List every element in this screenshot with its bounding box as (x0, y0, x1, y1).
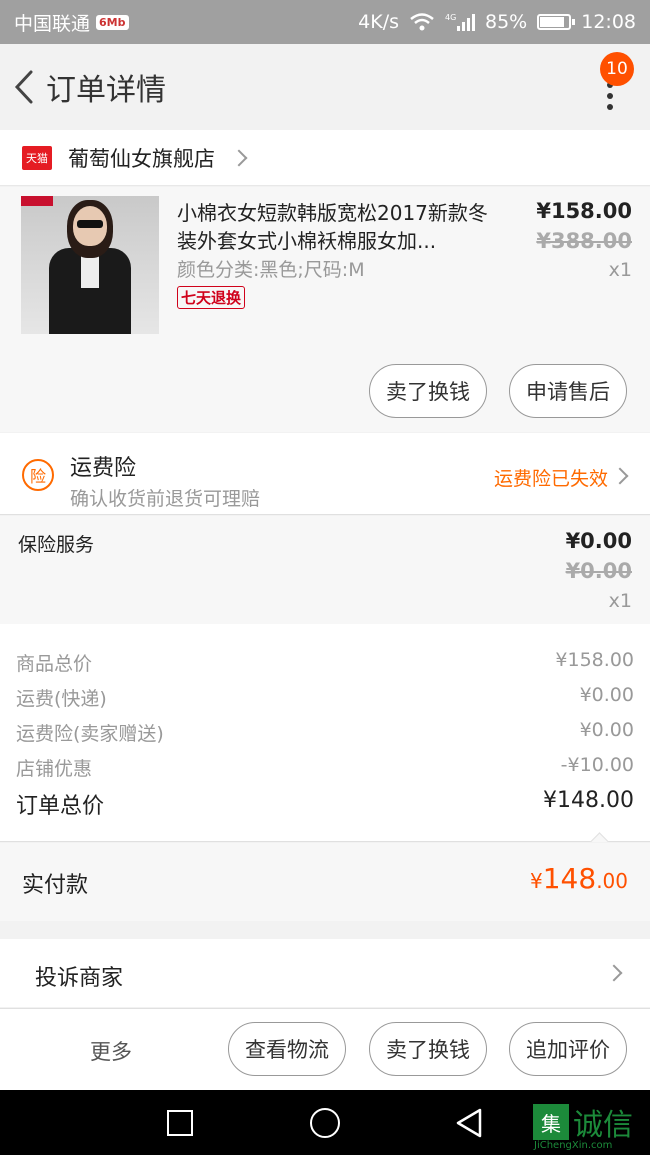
chevron-right-icon (230, 149, 248, 166)
resell-button[interactable]: 卖了换钱 (369, 1022, 487, 1076)
image-sunglasses (77, 220, 103, 228)
summary-label: 运费(快递) (16, 688, 107, 710)
watermark-logo: 集 (533, 1104, 569, 1140)
summary-label: 店铺优惠 (16, 758, 93, 780)
summary-value: ¥158.00 (555, 649, 634, 671)
watermark-url: JiChengXin.com (534, 1140, 613, 1151)
insurance-icon: 险 (22, 459, 54, 491)
network-type: 4G (445, 13, 456, 22)
paid-currency: ¥ (530, 869, 543, 893)
message-count-badge: 10 (600, 52, 634, 86)
product-image[interactable] (21, 196, 159, 334)
summary-row: 运费(快递) ¥0.00 (16, 684, 634, 711)
clock: 12:08 (581, 11, 636, 33)
service-price: ¥0.00 (565, 529, 632, 553)
shipping-insurance-row[interactable]: 险 运费险 确认收货前退货可理赔 运费险已失效 (0, 433, 650, 515)
complain-seller-row[interactable]: 投诉商家 (0, 939, 650, 1007)
summary-value: ¥0.00 (579, 719, 634, 741)
summary-value: ¥0.00 (579, 684, 634, 706)
summary-row: 店铺优惠 -¥10.00 (16, 754, 634, 781)
back-triangle-icon[interactable] (455, 1107, 483, 1139)
paid-label: 实付款 (22, 873, 89, 898)
summary-row: 商品总价 ¥158.00 (16, 649, 634, 676)
signal-icon: 4G (445, 13, 475, 31)
summary-label: 商品总价 (16, 653, 93, 675)
more-actions-button[interactable]: 更多 (90, 1036, 132, 1066)
insurance-title: 运费险 (70, 456, 137, 481)
battery-fill (540, 17, 565, 27)
order-total-label: 订单总价 (16, 794, 105, 819)
watermark: 集 诚信 (533, 1100, 633, 1144)
back-button[interactable] (2, 44, 46, 130)
order-total-value: ¥148.00 (543, 788, 634, 813)
paid-amount-row: 实付款 ¥148.00 (0, 843, 650, 921)
tmall-logo-icon: 天猫 (22, 145, 52, 170)
home-icon[interactable] (310, 1108, 340, 1138)
order-total-row: 订单总价 ¥148.00 (16, 788, 634, 820)
paid-integer: 148 (542, 862, 597, 895)
shop-row[interactable]: 天猫 葡萄仙女旗舰店 (0, 130, 650, 186)
return-policy-badge: 七天退换 (177, 286, 246, 309)
carrier-name: 中国联通 (14, 12, 91, 35)
watermark-text: 诚信 (573, 1108, 633, 1143)
carrier: 中国联通 6Mb (14, 9, 129, 36)
add-review-button[interactable]: 追加评价 (509, 1022, 627, 1076)
summary-label: 运费险(卖家赠送) (16, 723, 164, 745)
network-speed: 4K/s (358, 11, 399, 33)
image-tag (21, 196, 53, 206)
after-sales-button[interactable]: 申请售后 (509, 364, 627, 418)
view-logistics-button[interactable]: 查看物流 (228, 1022, 346, 1076)
nav-header: 订单详情 10 (0, 44, 650, 130)
pointer-notch (590, 832, 610, 842)
product-quantity: x1 (608, 259, 632, 281)
service-quantity: x1 (608, 590, 632, 612)
product-spec: 颜色分类:黑色;尺码:M (177, 259, 365, 281)
shop-name: 葡萄仙女旗舰店 (68, 146, 215, 171)
dot-icon (607, 104, 613, 110)
chevron-right-icon (605, 964, 623, 982)
recent-apps-icon[interactable] (167, 1110, 193, 1136)
price-summary: 商品总价 ¥158.00 运费(快递) ¥0.00 运费险(卖家赠送) ¥0.0… (0, 624, 650, 842)
summary-value: -¥10.00 (560, 754, 634, 776)
battery-icon (537, 14, 576, 30)
product-card: 小棉衣女短款韩版宽松2017新款冬装外套女式小棉袄棉服女加... 颜色分类:黑色… (0, 187, 650, 432)
bottom-action-bar: 更多 查看物流 卖了换钱 追加评价 (0, 1008, 650, 1090)
paid-amount: ¥148.00 (530, 862, 628, 895)
resell-button[interactable]: 卖了换钱 (369, 364, 487, 418)
battery-percent: 85% (485, 11, 528, 33)
insurance-subtitle: 确认收货前退货可理赔 (70, 488, 261, 510)
summary-row: 运费险(卖家赠送) ¥0.00 (16, 719, 634, 746)
service-original-price: ¥0.00 (565, 559, 632, 583)
complain-label: 投诉商家 (35, 966, 124, 991)
insurance-status: 运费险已失效 (493, 468, 608, 490)
service-name: 保险服务 (18, 534, 95, 556)
product-price: ¥158.00 (536, 199, 632, 223)
paid-decimal: .00 (596, 869, 628, 893)
insurance-service-item: 保险服务 ¥0.00 ¥0.00 x1 (0, 516, 650, 624)
chevron-right-icon (611, 467, 629, 485)
chevron-left-icon (14, 70, 33, 104)
product-original-price: ¥388.00 (536, 229, 632, 253)
wifi-icon (410, 13, 434, 31)
page-title: 订单详情 (46, 73, 166, 108)
product-title[interactable]: 小棉衣女短款韩版宽松2017新款冬装外套女式小棉袄棉服女加... (177, 199, 495, 255)
status-bar: 中国联通 6Mb 4K/s 4G 85% 12:08 (0, 0, 650, 44)
carrier-badge: 6Mb (96, 14, 129, 30)
dot-icon (607, 93, 613, 99)
